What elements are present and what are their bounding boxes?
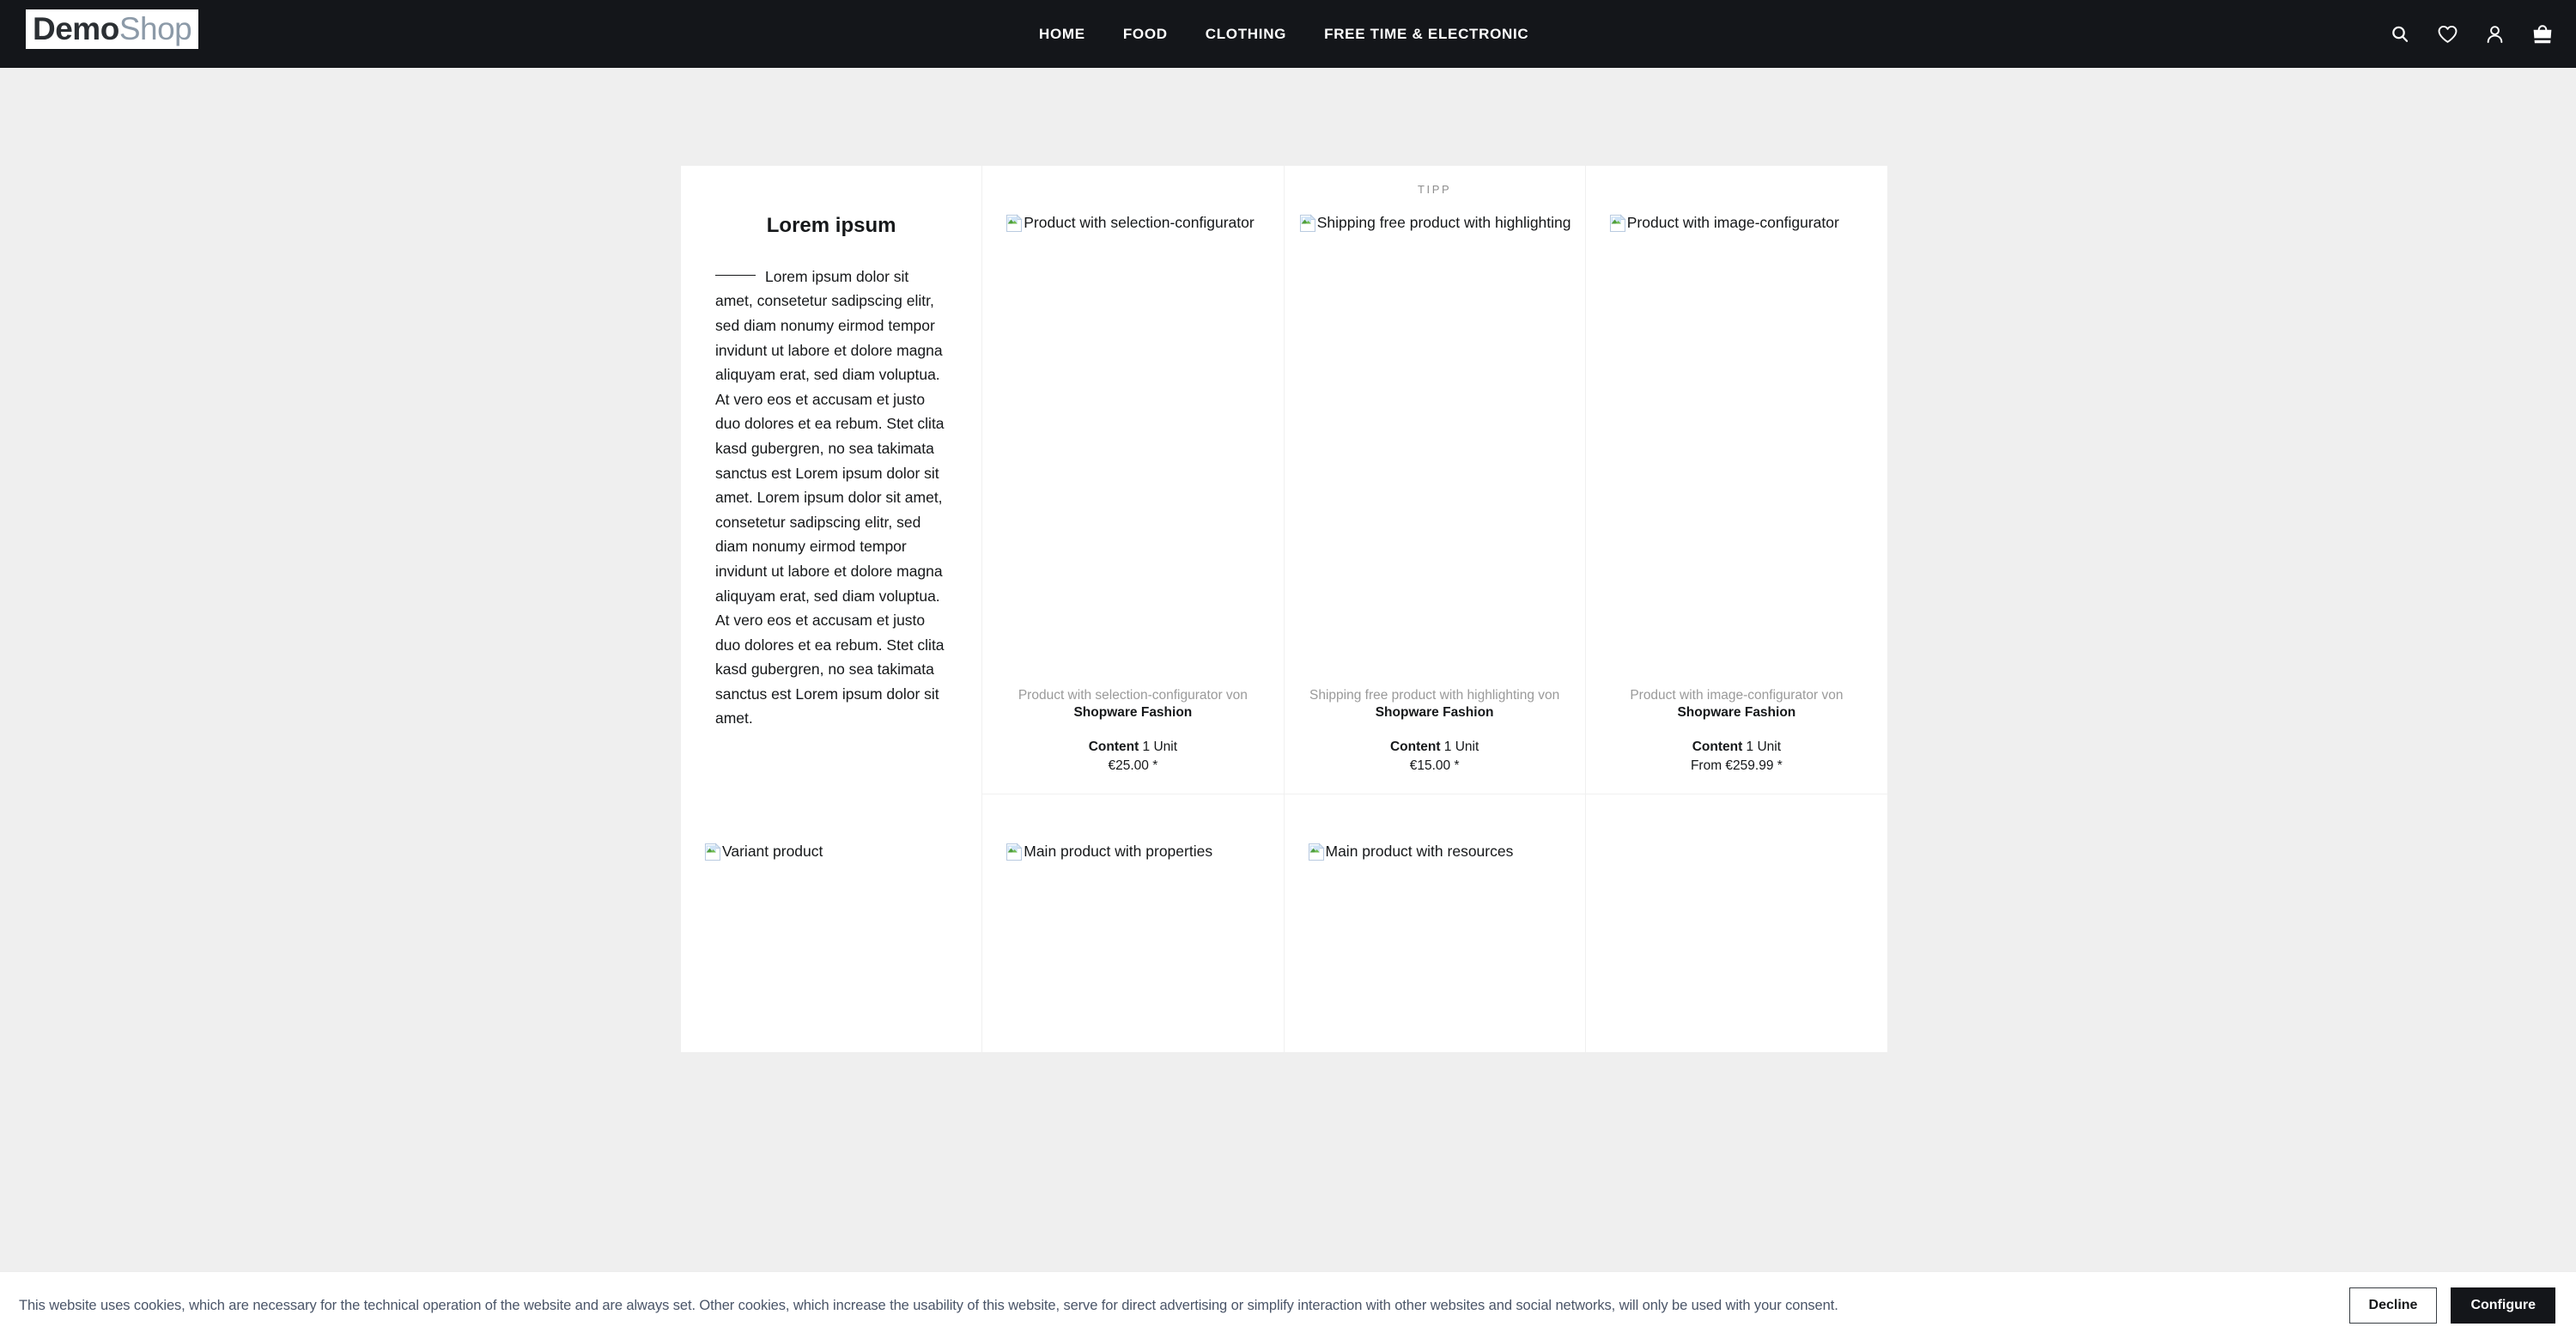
listing-row-1: Lorem ipsum Lorem ipsum dolor sit amet, …: [681, 166, 1887, 794]
product-badge: TIPP: [1417, 183, 1452, 196]
product-content-label: Content: [1389, 739, 1441, 754]
product-card[interactable]: TIPP Shipping free product with highligh…: [1284, 166, 1586, 794]
product-alt-text: Main product with properties: [1024, 843, 1213, 860]
broken-image-icon: [1005, 214, 1024, 233]
product-card[interactable]: Main product with resources: [1284, 794, 1586, 1052]
logo-secondary-text: Shop: [118, 11, 192, 46]
main-navigation: HOME FOOD CLOTHING FREE TIME & ELECTRONI…: [1039, 0, 1528, 68]
search-icon[interactable]: [2390, 24, 2410, 45]
cms-heading: Lorem ipsum: [766, 214, 896, 237]
product-content-value: 1 Unit: [1742, 739, 1782, 754]
product-price: €25.00 *: [1108, 758, 1158, 773]
product-content-label: Content: [1088, 739, 1139, 754]
product-title[interactable]: Shipping free product with highlighting …: [1285, 687, 1585, 721]
product-info: Product with image-configurator von Shop…: [1586, 687, 1887, 794]
broken-image-placeholder: Product with selection-configurator: [1005, 213, 1255, 233]
decorative-dash: [715, 274, 756, 276]
nav-item-free-time-electronic[interactable]: FREE TIME & ELECTRONIC: [1324, 26, 1528, 43]
product-content-value: 1 Unit: [1440, 739, 1479, 754]
cms-body-text: Lorem ipsum dolor sit amet, consetetur s…: [715, 267, 945, 727]
broken-image-icon: [1298, 214, 1317, 233]
cms-text-block: Lorem ipsum Lorem ipsum dolor sit amet, …: [681, 166, 983, 794]
product-alt-text: Product with image-configurator: [1626, 214, 1839, 231]
broken-image-icon: [703, 843, 722, 861]
cookie-banner-text: This website uses cookies, which are nec…: [19, 1297, 1838, 1313]
broken-image-icon: [1307, 843, 1326, 861]
product-card[interactable]: Product with selection-configurator Prod…: [982, 166, 1285, 794]
product-alt-text: Variant product: [722, 843, 823, 860]
broken-image-placeholder: Variant product: [703, 842, 823, 861]
product-manufacturer: Shopware Fashion: [1677, 704, 1796, 720]
product-badge-row: [982, 794, 1283, 842]
product-card-empty: [1585, 794, 1887, 1052]
product-image-area: Product with image-configurator: [1586, 213, 1887, 398]
listing-toolbar: FILTER Sorting Release date: [0, 68, 2576, 206]
product-card[interactable]: Variant product: [681, 794, 983, 1052]
product-title-muted: Product with selection-configurator von: [1018, 688, 1248, 703]
listing-row-2: Variant product Main product with proper…: [681, 794, 1887, 1052]
broken-image-placeholder: Shipping free product with highlighting: [1298, 213, 1571, 233]
product-price: €15.00 *: [1409, 758, 1460, 773]
cookie-banner: This website uses cookies, which are nec…: [0, 1271, 2576, 1339]
product-content-value: 1 Unit: [1139, 739, 1178, 754]
broken-image-icon: [1005, 843, 1024, 861]
product-alt-text: Product with selection-configurator: [1024, 214, 1255, 231]
cookie-banner-actions: Decline Configure: [2348, 1287, 2555, 1324]
cart-icon[interactable]: [2531, 24, 2554, 45]
cms-body: Lorem ipsum dolor sit amet, consetetur s…: [715, 265, 947, 731]
nav-item-home[interactable]: HOME: [1039, 26, 1085, 43]
site-logo[interactable]: Demo Shop: [26, 9, 199, 49]
nav-item-food[interactable]: FOOD: [1123, 26, 1168, 43]
site-header: Demo Shop HOME FOOD CLOTHING FREE TIME & …: [0, 0, 2576, 68]
product-title[interactable]: Product with image-configurator von Shop…: [1586, 687, 1887, 721]
product-image-area: Main product with resources: [1285, 842, 1585, 962]
product-content-label: Content: [1692, 739, 1743, 754]
product-alt-text: Main product with resources: [1325, 843, 1514, 860]
product-content: Content 1 Unit: [982, 739, 1283, 756]
product-badge-row: [1285, 794, 1585, 842]
broken-image-icon: [1608, 214, 1627, 233]
configure-button[interactable]: Configure: [2451, 1287, 2555, 1324]
header-actions: [2390, 0, 2554, 68]
product-image-area: Product with selection-configurator: [982, 213, 1283, 398]
product-alt-text: Shipping free product with highlighting: [1316, 214, 1571, 231]
account-icon[interactable]: [2485, 24, 2505, 45]
product-manufacturer: Shopware Fashion: [1375, 704, 1494, 720]
broken-image-placeholder: Main product with resources: [1307, 842, 1514, 861]
product-price: From €259.99 *: [1690, 758, 1783, 773]
product-badge-row: [982, 166, 1283, 213]
decline-button[interactable]: Decline: [2348, 1287, 2438, 1324]
product-image-area: Shipping free product with highlighting: [1285, 213, 1585, 398]
product-card[interactable]: Product with image-configurator Product …: [1585, 166, 1887, 794]
product-image-area: Variant product: [681, 842, 981, 962]
product-info: Shipping free product with highlighting …: [1285, 687, 1585, 794]
heart-icon[interactable]: [2437, 24, 2458, 45]
product-title-muted: Product with image-configurator von: [1630, 688, 1844, 703]
product-badge-row: [681, 794, 981, 842]
product-badge-row: [1586, 166, 1887, 213]
nav-item-clothing[interactable]: CLOTHING: [1206, 26, 1286, 43]
product-title[interactable]: Product with selection-configurator von …: [982, 687, 1283, 721]
product-info: Product with selection-configurator von …: [982, 687, 1283, 794]
product-manufacturer: Shopware Fashion: [1073, 704, 1193, 720]
product-content: Content 1 Unit: [1586, 739, 1887, 756]
product-badge-row: TIPP: [1285, 166, 1585, 213]
product-content: Content 1 Unit: [1285, 739, 1585, 756]
broken-image-placeholder: Main product with properties: [1005, 842, 1212, 861]
product-card[interactable]: Main product with properties: [982, 794, 1285, 1052]
product-listing: Lorem ipsum Lorem ipsum dolor sit amet, …: [681, 166, 1887, 1052]
product-title-muted: Shipping free product with highlighting …: [1309, 688, 1560, 703]
broken-image-placeholder: Product with image-configurator: [1608, 213, 1839, 233]
logo-primary-text: Demo: [33, 11, 119, 46]
product-image-area: Main product with properties: [982, 842, 1283, 962]
